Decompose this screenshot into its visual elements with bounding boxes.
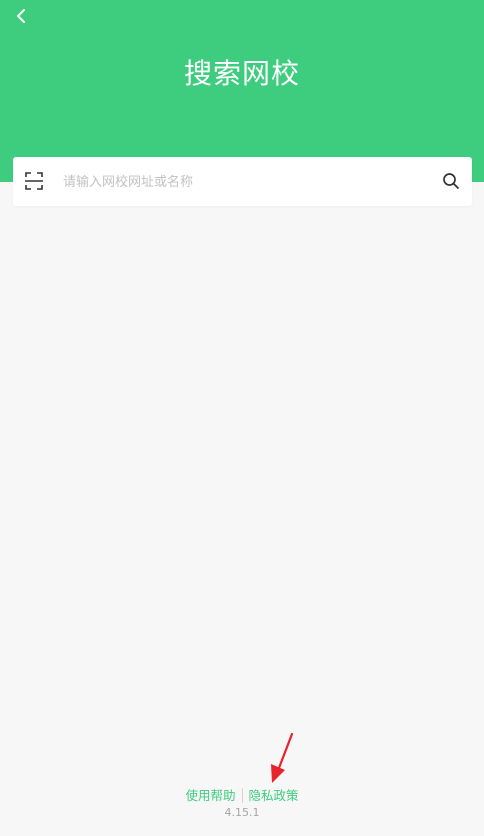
back-button[interactable] bbox=[8, 2, 36, 30]
search-input[interactable] bbox=[63, 167, 433, 197]
app-window: 搜索网校 使用帮助隐私政策 4.15.1 bbox=[0, 0, 484, 836]
footer-links: 使用帮助 隐私政策 bbox=[0, 786, 484, 806]
page-title: 搜索网校 bbox=[183, 57, 300, 90]
version-label: 4.15.1 bbox=[224, 806, 260, 819]
search-icon[interactable] bbox=[441, 171, 461, 191]
help-link[interactable]: 使用帮助 bbox=[181, 788, 239, 803]
footer-divider bbox=[241, 788, 243, 803]
search-bar bbox=[13, 157, 472, 206]
privacy-policy-link[interactable]: 隐私政策 bbox=[245, 788, 303, 803]
header-banner: 搜索网校 bbox=[0, 0, 484, 182]
red-arrow-pointer-icon bbox=[271, 732, 294, 783]
chevron-left-icon bbox=[17, 9, 25, 23]
scan-icon[interactable] bbox=[23, 170, 45, 192]
